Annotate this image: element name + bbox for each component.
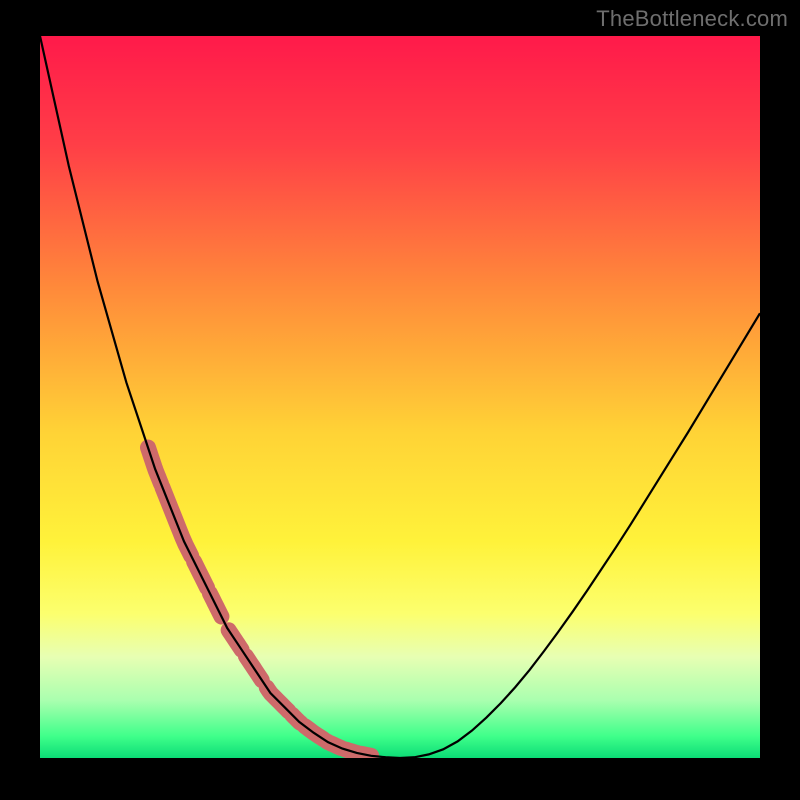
curve-layer [40,36,760,758]
watermark-text: TheBottleneck.com [596,6,788,32]
marker-segments [148,448,371,756]
chart-frame: TheBottleneck.com [0,0,800,800]
bottleneck-curve [40,36,760,758]
plot-area [40,36,760,758]
